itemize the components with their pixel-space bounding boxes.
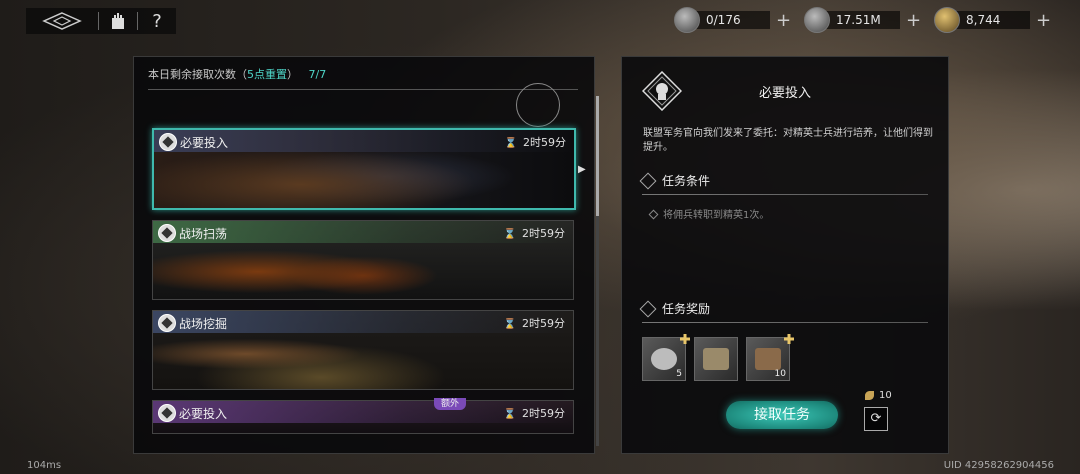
leaf-currency-icon <box>865 391 874 400</box>
quest-type-icon <box>159 133 177 151</box>
condition-item: 将佣兵转职到精英1次。 <box>648 206 770 221</box>
help-button[interactable]: ? <box>146 10 168 32</box>
hourglass-icon: ⌛ <box>504 138 517 149</box>
quest-card[interactable]: 战场挖掘 ⌛ 2时59分 <box>152 310 574 390</box>
scrollbar-thumb[interactable] <box>596 96 599 216</box>
conditions-section: 任务条件 <box>639 172 928 195</box>
currency-bar: 0/176 + 17.51M + 8,744 + <box>674 7 1051 33</box>
selected-arrow-icon: ▶ <box>578 164 586 175</box>
divider <box>642 194 928 195</box>
plus-icon <box>680 334 690 344</box>
divider <box>148 89 578 90</box>
quest-card[interactable]: 必要投入 ⌛ 2时59分 <box>152 400 574 434</box>
reward-count: 10 <box>774 369 786 379</box>
rewards-section: 任务奖励 <box>639 300 928 323</box>
quest-title: 必要投入 <box>758 86 811 101</box>
quest-time-text: 2时59分 <box>522 227 565 240</box>
reward-item[interactable]: 5 <box>642 334 690 381</box>
accept-quest-button[interactable]: 接取任务 <box>726 401 838 429</box>
mercenary-token-icon <box>651 348 677 370</box>
quest-name: 必要投入 <box>179 407 228 421</box>
quest-timer: ⌛ 2时59分 <box>505 134 566 150</box>
stamina-icon <box>674 7 700 33</box>
reward-list: 5 10 <box>642 334 794 381</box>
uid-readout: UID 42958262904456 <box>943 460 1054 471</box>
section-title: 任务条件 <box>662 174 711 188</box>
quest-name: 战场扫荡 <box>179 227 228 241</box>
refresh-cost: 10 <box>865 390 892 401</box>
quest-time-text: 2时59分 <box>523 136 566 149</box>
quest-timer: ⌛ 2时59分 <box>504 405 565 421</box>
ring-ornament <box>516 83 560 127</box>
reward-item[interactable]: 10 <box>746 334 794 381</box>
reward-count: 5 <box>676 369 682 379</box>
quest-type-icon <box>158 224 176 242</box>
header-text: 本日剩余接取次数（ <box>148 68 247 81</box>
header-text: ） <box>287 68 298 81</box>
currency-silver: 17.51M + <box>804 7 921 33</box>
castle-icon[interactable] <box>107 10 129 32</box>
currency-stamina: 0/176 + <box>674 7 791 33</box>
ping-readout: 104ms <box>27 460 62 471</box>
hourglass-icon: ⌛ <box>503 229 516 240</box>
hourglass-icon: ⌛ <box>503 319 516 330</box>
diamond-bullet-icon <box>648 209 659 220</box>
divider <box>642 322 928 323</box>
quest-type-icon <box>158 314 176 332</box>
guild-logo-icon[interactable] <box>34 10 90 32</box>
condition-text: 将佣兵转职到精英1次。 <box>663 210 770 221</box>
refresh-button[interactable]: ⟳ <box>864 407 888 431</box>
quest-timer: ⌛ 2时59分 <box>504 225 565 241</box>
add-silver-button[interactable]: + <box>906 10 921 31</box>
top-nav: ? <box>26 8 176 34</box>
add-gold-button[interactable]: + <box>1036 10 1051 31</box>
divider <box>98 12 99 30</box>
quest-card[interactable]: 战场扫荡 ⌛ 2时59分 <box>152 220 574 300</box>
diamond-bullet-icon <box>639 300 657 317</box>
remaining-count: 7/7 <box>308 68 327 81</box>
reward-item[interactable] <box>694 337 738 381</box>
quest-name: 必要投入 <box>180 136 229 150</box>
extra-badge: 额外 <box>434 398 466 410</box>
gold-icon <box>934 7 960 33</box>
currency-value: 17.51M <box>824 11 900 29</box>
quest-list-scrollbar[interactable] <box>596 96 599 446</box>
quest-time-text: 2时59分 <box>522 317 565 330</box>
remaining-count-header: 本日剩余接取次数（5点重置） 7/7 <box>148 66 326 82</box>
plus-icon <box>784 334 794 344</box>
quest-timer: ⌛ 2时59分 <box>504 315 565 331</box>
divider <box>137 12 138 30</box>
quest-description: 联盟军务官向我们发来了委托：对精英士兵进行培养，让他们得到提升。 <box>643 128 933 153</box>
currency-value: 8,744 <box>954 11 1030 29</box>
diamond-bullet-icon <box>639 172 657 189</box>
add-stamina-button[interactable]: + <box>776 10 791 31</box>
chest-icon <box>755 348 781 370</box>
quest-card[interactable]: 必要投入 ⌛ 2时59分 <box>152 128 576 210</box>
hourglass-icon: ⌛ <box>503 409 516 420</box>
section-title: 任务奖励 <box>662 302 711 316</box>
refresh-icon: ⟳ <box>870 411 882 426</box>
cost-value: 10 <box>879 390 892 401</box>
chest-icon <box>703 348 729 370</box>
quest-time-text: 2时59分 <box>522 407 565 420</box>
silver-coin-icon <box>804 7 830 33</box>
quest-name: 战场挖掘 <box>179 317 228 331</box>
currency-value: 0/176 <box>694 11 770 29</box>
quest-type-icon <box>158 404 176 422</box>
quest-detail-panel: 必要投入 联盟军务官向我们发来了委托：对精英士兵进行培养，让他们得到提升。 任务… <box>621 56 949 454</box>
reset-time: 5点重置 <box>247 68 287 81</box>
currency-gold: 8,744 + <box>934 7 1051 33</box>
